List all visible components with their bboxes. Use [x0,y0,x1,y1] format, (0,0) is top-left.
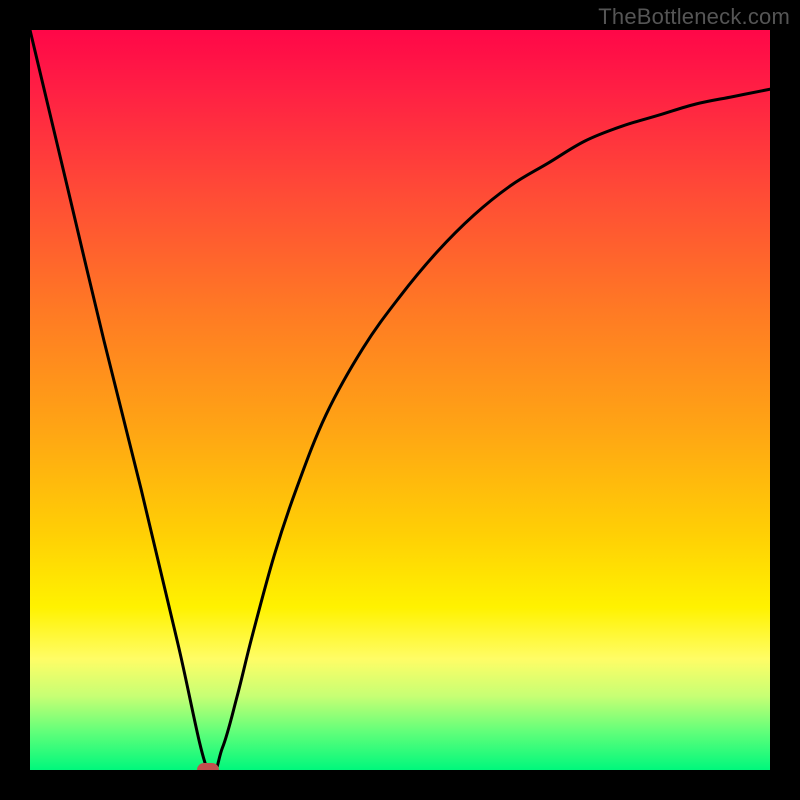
chart-frame: TheBottleneck.com [0,0,800,800]
optimum-marker [197,763,219,770]
watermark-text: TheBottleneck.com [598,4,790,30]
plot-area [30,30,770,770]
bottleneck-curve [30,30,770,770]
